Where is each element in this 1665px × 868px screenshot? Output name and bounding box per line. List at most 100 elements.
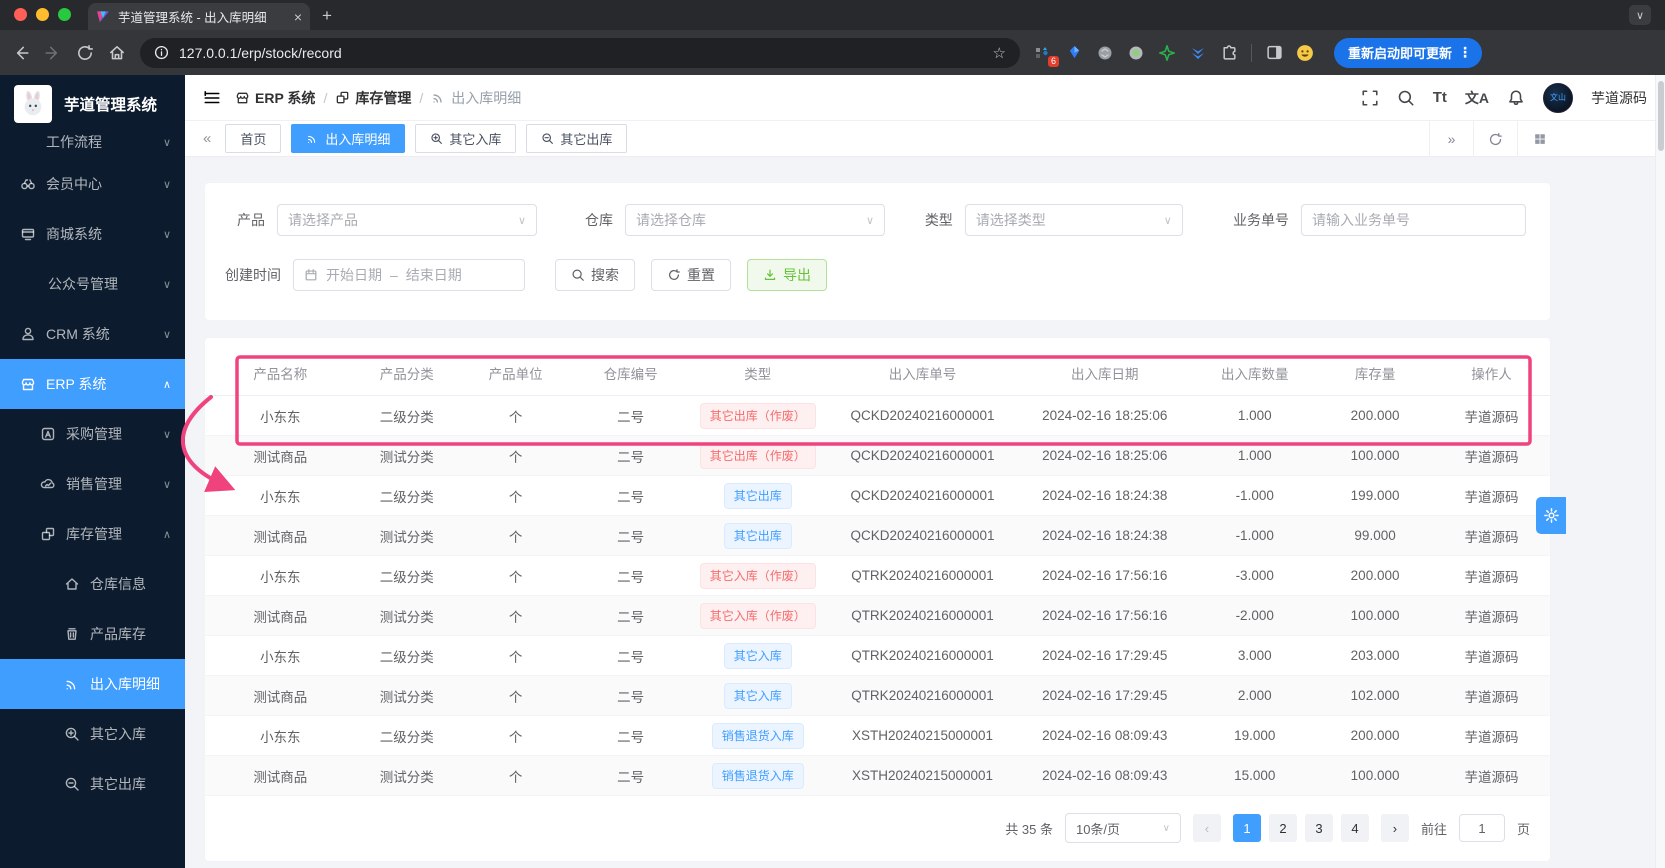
sidebar-item-crm-system[interactable]: CRM 系统 ∨ [0, 309, 185, 359]
user-avatar[interactable]: 文山 [1543, 82, 1573, 113]
back-icon[interactable] [12, 44, 30, 62]
sidebar-item-other-stock-in[interactable]: 其它入库 [0, 709, 185, 759]
url-text[interactable]: 127.0.0.1/erp/stock/record [179, 45, 342, 61]
extension-green-circle-icon[interactable] [1127, 44, 1145, 62]
goto-page-input[interactable]: 1 [1458, 814, 1505, 842]
sidebar-item-workflow[interactable]: 工作流程 ∨ [0, 125, 185, 159]
close-window-button[interactable] [14, 8, 27, 21]
refresh-icon [669, 269, 680, 280]
sidebar-item-erp-system[interactable]: ERP 系统 ∧ [0, 359, 185, 409]
prev-page-button[interactable]: ‹ [1192, 814, 1221, 842]
table-row: 测试商品 测试分类 个 二号 其它入库 QTRK20240216000001 2… [205, 675, 1550, 716]
reset-button[interactable]: 重置 [651, 259, 731, 291]
profile-avatar-icon[interactable] [1296, 44, 1314, 62]
sidebar-item-inventory-mgmt[interactable]: 库存管理 ∧ [0, 509, 185, 559]
app-logo[interactable]: 芋道管理系统 [0, 75, 185, 131]
maximize-window-button[interactable] [58, 8, 71, 21]
sidebar-item-product-stock[interactable]: 产品库存 [0, 609, 185, 659]
page-button-2[interactable]: 2 [1268, 814, 1297, 842]
tab-stock-record[interactable]: 出入库明细 [291, 124, 406, 153]
reload-icon[interactable] [76, 44, 94, 62]
stock-table-body: 小东东 二级分类 个 二号 其它出库（作废） QCKD2024021600000… [205, 395, 1550, 796]
zoom-out-icon [542, 133, 554, 144]
type-badge: 其它入库 [723, 642, 792, 669]
product-select[interactable]: 请选择产品 ∨ [277, 204, 537, 236]
bell-icon[interactable] [1507, 89, 1525, 107]
side-panel-icon[interactable] [1265, 44, 1283, 62]
breadcrumb-erp[interactable]: ERP 系统 [235, 88, 315, 108]
warehouse-label: 仓库 [585, 212, 613, 228]
sidebar-item-purchase-mgmt[interactable]: 采购管理 ∨ [0, 409, 185, 459]
date-range-input[interactable]: 开始日期 – 结束日期 [293, 259, 525, 291]
page-button-4[interactable]: 4 [1340, 814, 1369, 842]
sidebar-item-stock-record[interactable]: 出入库明细 [0, 659, 185, 709]
type-select[interactable]: 请选择类型 ∨ [964, 204, 1183, 236]
minimize-window-button[interactable] [36, 8, 49, 21]
extension-devtools-icon[interactable]: 6 [1034, 44, 1059, 67]
translate-icon[interactable]: 文A [1465, 88, 1489, 108]
extension-star-icon[interactable] [1158, 44, 1176, 62]
extensions-puzzle-icon[interactable] [1220, 44, 1238, 62]
chrome-update-button[interactable]: 重新启动即可更新 ⋮ [1334, 37, 1483, 68]
tab-home[interactable]: 首页 [225, 124, 282, 153]
created-time-label: 创建时间 [225, 267, 281, 283]
start-date-placeholder[interactable]: 开始日期 [326, 265, 382, 285]
sidebar-item-sales-mgmt[interactable]: 销售管理 ∨ [0, 459, 185, 509]
username[interactable]: 芋道源码 [1591, 88, 1647, 108]
search-icon[interactable] [1397, 89, 1415, 107]
export-button[interactable]: 导出 [747, 259, 827, 291]
extension-kite-icon[interactable] [1065, 44, 1083, 62]
font-size-icon[interactable]: Tt [1433, 89, 1447, 106]
page-tabs: « 首页 出入库明细 其它入库 其它出库 » [185, 121, 1665, 157]
page-size-select[interactable]: 10条/页 ∨ [1064, 813, 1181, 843]
extension-gray-icon[interactable] [1096, 44, 1114, 62]
browser-tab[interactable]: 芋道管理系统 - 出入库明细 × [88, 3, 310, 30]
chevron-down-icon: ∨ [162, 428, 171, 441]
browser-menu-icon[interactable]: ⋮ [1458, 44, 1472, 61]
settings-drawer-button[interactable] [1536, 497, 1566, 534]
breadcrumb-inventory[interactable]: 库存管理 [335, 88, 411, 108]
page-button-1[interactable]: 1 [1232, 814, 1261, 842]
sidebar-item-member-center[interactable]: 会员中心 ∨ [0, 159, 185, 209]
type-badge: 其它出库（作废） [699, 402, 816, 429]
chevron-down-icon: ∨ [162, 228, 171, 241]
tab-search-chevron-icon[interactable]: ∨ [1629, 5, 1651, 25]
warehouse-select[interactable]: 请选择仓库 ∨ [625, 204, 885, 236]
person-icon [22, 327, 34, 341]
sidebar-item-warehouse-info[interactable]: 仓库信息 [0, 559, 185, 609]
home-icon[interactable] [108, 44, 126, 62]
tabs-expand-icon[interactable]: » [1429, 121, 1473, 157]
bizno-input[interactable]: 请输入业务单号 [1301, 204, 1526, 236]
table-row: 小东东 二级分类 个 二号 其它入库（作废） QTRK2024021600000… [205, 555, 1550, 596]
site-info-icon[interactable] [154, 45, 169, 60]
bookmark-star-icon[interactable]: ☆ [993, 44, 1006, 62]
url-bar[interactable]: 127.0.0.1/erp/stock/record ☆ [140, 37, 1020, 68]
layout-grid-icon[interactable] [1517, 121, 1561, 157]
breadcrumb-stock-record: 出入库明细 [431, 88, 521, 108]
tabs-collapse-icon[interactable]: « [199, 130, 215, 147]
chevron-down-icon: ∨ [1163, 214, 1172, 227]
signal-icon [433, 94, 442, 103]
forward-icon[interactable] [44, 44, 62, 62]
new-tab-button[interactable]: + [322, 7, 332, 24]
scrollbar-thumb[interactable] [1658, 81, 1664, 151]
table-row: 测试商品 测试分类 个 二号 其它出库（作废） QCKD202402160000… [205, 435, 1550, 476]
sidebar-item-other-stock-out[interactable]: 其它出库 [0, 759, 185, 809]
tab-other-stock-out[interactable]: 其它出库 [526, 124, 628, 153]
collapse-menu-icon[interactable] [203, 89, 221, 107]
sidebar-item-official-account[interactable]: 公众号管理 ∨ [0, 259, 185, 309]
refresh-tab-icon[interactable] [1473, 121, 1517, 157]
close-tab-icon[interactable]: × [294, 9, 302, 25]
next-page-button[interactable]: › [1380, 814, 1409, 842]
chevron-down-icon: ∨ [162, 278, 171, 291]
tab-other-stock-in[interactable]: 其它入库 [415, 124, 517, 153]
extension-chevrons-icon[interactable] [1189, 44, 1207, 62]
window-controls[interactable] [14, 8, 71, 21]
sidebar-item-mall-system[interactable]: 商城系统 ∨ [0, 209, 185, 259]
search-button[interactable]: 搜索 [555, 259, 635, 291]
fullscreen-icon[interactable] [1361, 89, 1379, 107]
mall-icon [21, 228, 35, 241]
scrollbar[interactable] [1655, 75, 1665, 868]
page-button-3[interactable]: 3 [1304, 814, 1333, 842]
end-date-placeholder[interactable]: 结束日期 [406, 265, 462, 285]
